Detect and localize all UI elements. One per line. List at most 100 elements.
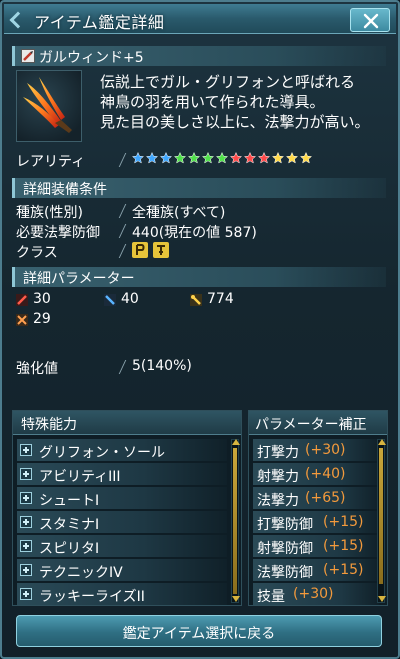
ability-item[interactable]: ラッキーライズII [17, 583, 227, 605]
close-button[interactable] [350, 8, 390, 32]
rarity-star-icon [244, 152, 256, 164]
item-name: ガルウィンド+5 [39, 50, 144, 66]
stat-value: 29 [33, 311, 51, 327]
bonus-value: (+15) [323, 538, 364, 554]
special-abilities-title: 特殊能力 [21, 417, 77, 433]
ability-item[interactable]: スタミナI [17, 511, 227, 533]
bonus-row: 射撃力 (+40) [253, 463, 379, 485]
scroll-down-icon[interactable] [232, 596, 240, 602]
parameters-section-header: 詳細パラメーター [12, 267, 386, 287]
force-class-icon [132, 242, 148, 258]
bonus-row: 打撃防御 (+15) [253, 511, 379, 533]
item-appraisal-window: アイテム鑑定詳細 ガルウィンド+5 伝説上でガル・グリフォンと呼ばれる 神鳥の羽… [0, 0, 400, 659]
item-description-line-3: 見た目の美しさ以上に、法撃力が高い。 [100, 113, 370, 131]
expand-icon [20, 444, 32, 456]
abilities-scrollbar[interactable] [231, 439, 240, 603]
rarity-star-icon [258, 152, 270, 164]
bonus-row: 打撃力 (+30) [253, 439, 379, 461]
enhance-label: 強化値 [16, 361, 58, 377]
bonus-value: (+40) [305, 466, 346, 482]
scroll-thumb[interactable] [379, 448, 383, 584]
bonus-row: 技量 (+30) [253, 583, 379, 605]
conditions-section-title: 詳細装備条件 [23, 182, 107, 198]
scroll-up-icon[interactable] [378, 439, 386, 445]
expand-icon [20, 588, 32, 600]
race-label: 種族(性別) [16, 205, 83, 221]
item-name-bar: ガルウィンド+5 [12, 46, 386, 66]
dexterity-icon [16, 314, 28, 326]
parameter-bonus-panel: パラメーター補正 打撃力 (+30) 射撃力 (+40) 法撃力 (+65) 打… [248, 410, 388, 606]
rarity-star-icon [216, 152, 228, 164]
ability-item[interactable]: テクニックIV [17, 559, 227, 581]
bonus-row: 法撃力 (+65) [253, 487, 379, 509]
class-label: クラス [16, 245, 58, 261]
expand-icon [20, 516, 32, 528]
rarity-star-icon [146, 152, 158, 164]
ability-item[interactable]: スピリタI [17, 535, 227, 557]
parameters-section-title: 詳細パラメーター [23, 271, 135, 287]
rarity-star-icon [202, 152, 214, 164]
bonus-row: 法撃防御 (+15) [253, 559, 379, 581]
ability-item[interactable]: シュートI [17, 487, 227, 509]
item-description-line-1: 伝説上でガル・グリフォンと呼ばれる [100, 73, 356, 91]
separator [118, 360, 127, 374]
special-abilities-header: 特殊能力 [13, 411, 241, 435]
bonus-row: 射撃防御 (+15) [253, 535, 379, 557]
separator [118, 204, 127, 218]
stat-value: 774 [207, 291, 234, 307]
ability-label: スタミナI [39, 517, 100, 533]
parameter-bonus-header: パラメーター補正 [249, 411, 387, 435]
rod-weapon-icon [21, 49, 35, 63]
rarity-star-icon [188, 152, 200, 164]
bonus-value: (+15) [323, 562, 364, 578]
bonus-scrollbar[interactable] [377, 439, 386, 603]
expand-icon [20, 468, 32, 480]
separator [118, 224, 127, 238]
ability-label: アビリティIII [39, 469, 121, 485]
rarity-star-icon [160, 152, 172, 164]
window-title: アイテム鑑定詳細 [34, 13, 165, 32]
close-icon [363, 13, 379, 29]
bonus-key: 射撃力 [257, 469, 299, 485]
rarity-star-icon [230, 152, 242, 164]
separator [118, 244, 127, 258]
scroll-up-icon[interactable] [232, 439, 240, 445]
item-image [16, 70, 82, 142]
scroll-down-icon[interactable] [378, 596, 386, 602]
bonus-value: (+15) [323, 514, 364, 530]
race-value: 全種族(すべて) [132, 205, 226, 221]
bonus-key: 技量 [257, 589, 285, 605]
bonus-key: 打撃力 [257, 445, 299, 461]
stat-value: 30 [33, 291, 51, 307]
expand-icon [20, 564, 32, 576]
ability-item[interactable]: グリフォン・ソール [17, 439, 227, 461]
bonus-key: 打撃防御 [257, 517, 313, 533]
required-stat-label: 必要法撃防御 [16, 225, 100, 241]
bonus-value: (+30) [305, 442, 346, 458]
expand-icon [20, 540, 32, 552]
conditions-section-header: 詳細装備条件 [12, 178, 386, 198]
ability-label: ラッキーライズII [39, 589, 145, 605]
bonus-value: (+65) [305, 490, 346, 506]
feather-item-icon [23, 77, 72, 133]
ability-item[interactable]: アビリティIII [17, 463, 227, 485]
bonus-value: (+30) [293, 586, 334, 602]
scroll-thumb[interactable] [233, 448, 237, 594]
rarity-label: レアリティ [16, 154, 86, 170]
stat-value: 40 [121, 291, 139, 307]
rarity-star-icon [132, 152, 144, 164]
separator [118, 153, 127, 167]
expand-icon [20, 492, 32, 504]
ability-label: シュートI [39, 493, 100, 509]
enhance-value: 5(140%) [132, 358, 192, 374]
ability-label: テクニックIV [39, 565, 123, 581]
rarity-star-icon [174, 152, 186, 164]
rarity-star-icon [286, 152, 298, 164]
back-to-selection-button[interactable]: 鑑定アイテム選択に戻る [16, 615, 382, 647]
special-abilities-panel: 特殊能力 グリフォン・ソール アビリティIII シュートI スタミナI スピリタ… [12, 410, 242, 606]
ability-label: スピリタI [39, 541, 100, 557]
melee-attack-icon [16, 294, 28, 306]
back-to-selection-label: 鑑定アイテム選択に戻る [122, 626, 276, 642]
technique-attack-icon [190, 294, 202, 306]
bonus-key: 法撃力 [257, 493, 299, 509]
